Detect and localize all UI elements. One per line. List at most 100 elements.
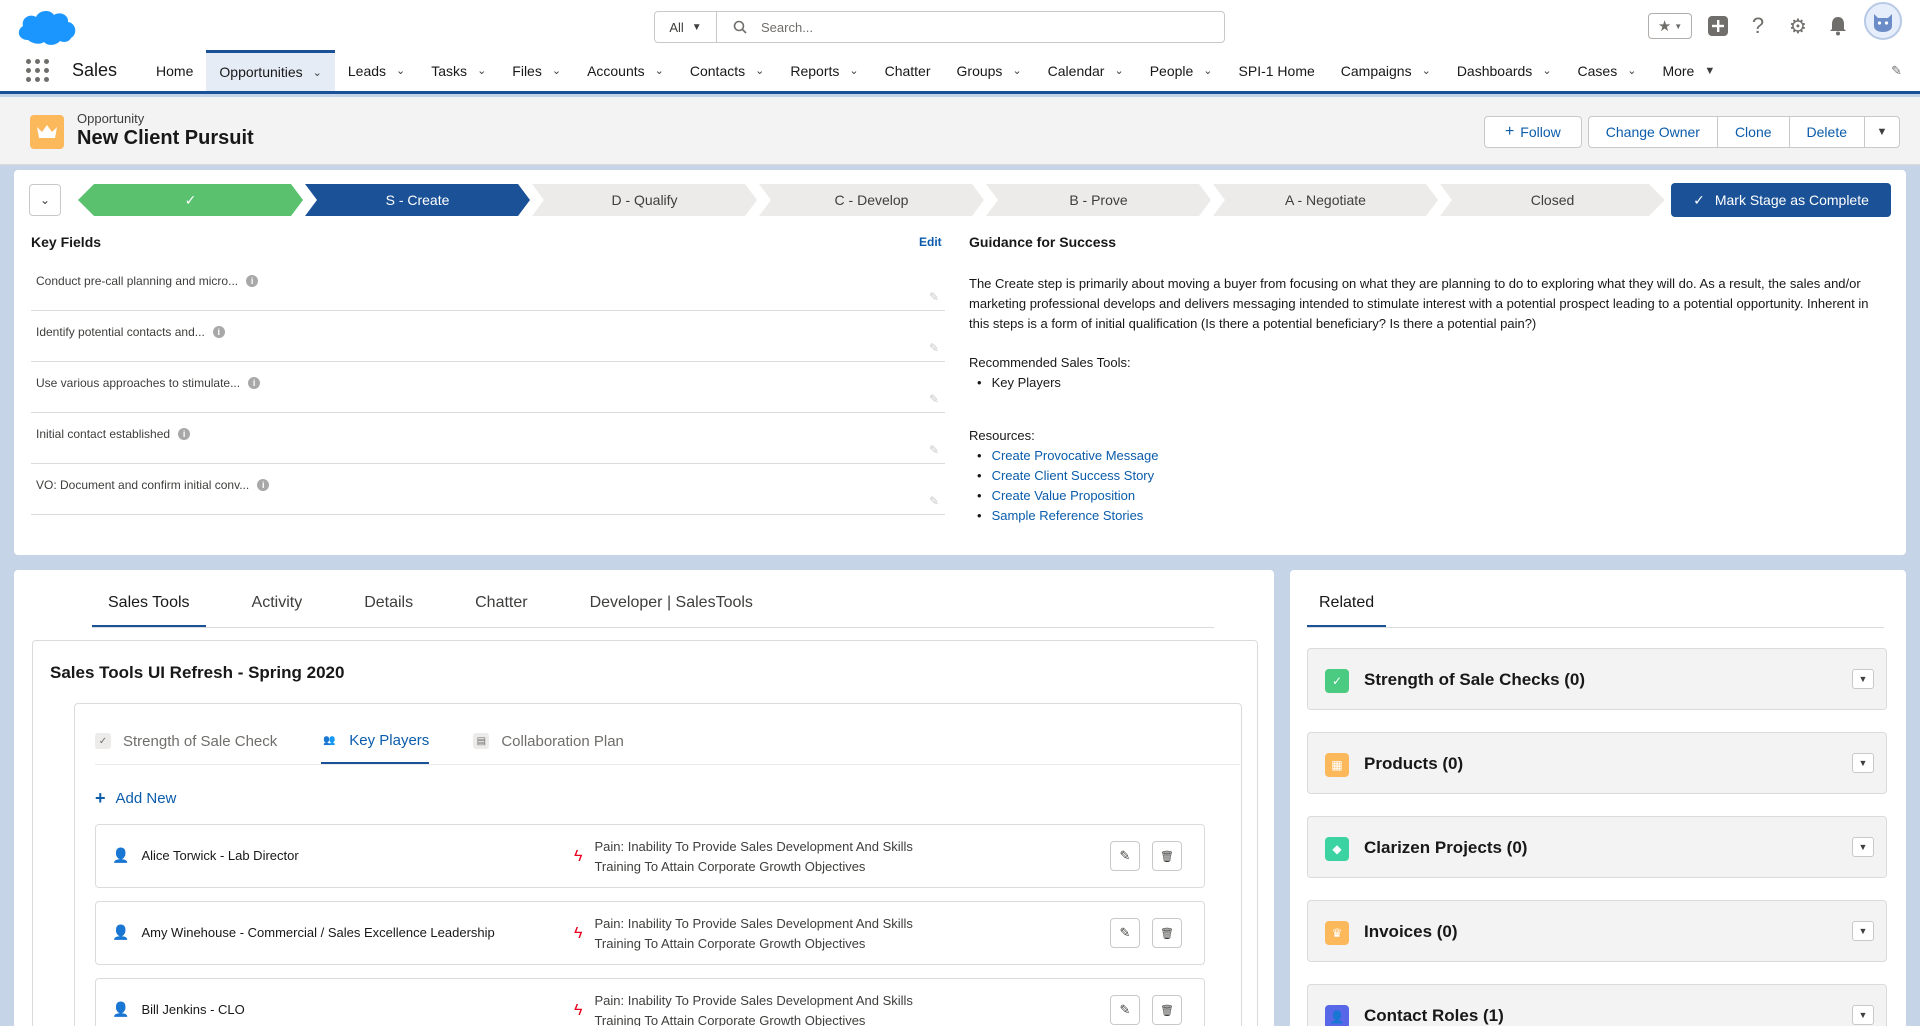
related-list-strength-of-sale-checks[interactable]: ✓ Strength of Sale Checks (0) ▼	[1307, 648, 1887, 710]
add-new-button[interactable]: + Add New	[95, 788, 176, 809]
nav-item-chatter[interactable]: Chatter	[872, 50, 944, 91]
nav-item-cases[interactable]: Cases ⌄	[1565, 50, 1650, 91]
related-list-dropdown[interactable]: ▼	[1852, 837, 1874, 857]
delete-button[interactable]: 🗑	[1152, 841, 1182, 871]
related-list-dropdown[interactable]: ▼	[1852, 921, 1874, 941]
chevron-down-icon[interactable]: ⌄	[1542, 64, 1551, 77]
chevron-down-icon[interactable]: ⌄	[1203, 64, 1212, 77]
setup-button[interactable]: ⚙	[1784, 12, 1812, 40]
edit-button[interactable]: ✎	[1110, 841, 1140, 871]
related-list-dropdown[interactable]: ▼	[1852, 753, 1874, 773]
pencil-icon[interactable]: ✎	[929, 392, 939, 406]
resource-link[interactable]: Create Client Success Story	[992, 468, 1155, 483]
tab-details[interactable]: Details	[348, 594, 429, 628]
edit-nav-pencil-icon[interactable]: ✎	[1891, 63, 1902, 79]
resource-link[interactable]: Sample Reference Stories	[992, 508, 1144, 523]
related-list-contact-roles[interactable]: 👤 Contact Roles (1) ▼	[1307, 984, 1887, 1026]
clone-button[interactable]: Clone	[1716, 116, 1790, 148]
key-fields-edit-link[interactable]: Edit	[919, 235, 942, 249]
subtab-collaboration-plan[interactable]: ▤ Collaboration Plan	[473, 728, 624, 764]
user-avatar[interactable]	[1864, 2, 1902, 40]
info-icon[interactable]: i	[246, 275, 259, 287]
related-list-dropdown[interactable]: ▼	[1852, 669, 1874, 689]
chevron-down-icon[interactable]: ▼	[1704, 65, 1715, 77]
follow-button[interactable]: + Follow	[1483, 116, 1582, 148]
nav-item-groups[interactable]: Groups ⌄	[944, 50, 1035, 91]
notifications-button[interactable]	[1824, 12, 1852, 40]
info-icon[interactable]: i	[248, 377, 261, 389]
nav-item-accounts[interactable]: Accounts ⌄	[574, 50, 677, 91]
pencil-icon[interactable]: ✎	[929, 290, 939, 304]
favorites-button[interactable]: ★ ▼	[1648, 13, 1692, 39]
pencil-icon[interactable]: ✎	[929, 341, 939, 355]
search-input[interactable]: Search...	[717, 20, 1224, 35]
resource-link[interactable]: Create Value Proposition	[992, 488, 1136, 503]
chevron-down-icon[interactable]: ⌄	[396, 64, 405, 77]
resource-link[interactable]: Create Provocative Message	[992, 448, 1159, 463]
search-scope-select[interactable]: All ▼	[655, 12, 717, 42]
help-button[interactable]: ?	[1744, 12, 1772, 40]
path-stage-s-create[interactable]: S - Create	[305, 184, 530, 216]
nav-item-calendar[interactable]: Calendar ⌄	[1035, 50, 1137, 91]
related-list-clarizen-projects[interactable]: ◆ Clarizen Projects (0) ▼	[1307, 816, 1887, 878]
chevron-down-icon[interactable]: ⌄	[655, 64, 664, 77]
key-player-name-text[interactable]: Bill Jenkins - CLO	[141, 1002, 244, 1017]
nav-item-opportunities[interactable]: Opportunities ⌄	[206, 50, 335, 91]
chevron-down-icon[interactable]: ⌄	[849, 64, 858, 77]
chevron-down-icon[interactable]: ⌄	[477, 64, 486, 77]
app-launcher-icon[interactable]	[26, 58, 50, 83]
tab-related[interactable]: Related	[1307, 594, 1387, 628]
nav-item-tasks[interactable]: Tasks ⌄	[418, 50, 499, 91]
chevron-down-icon[interactable]: ⌄	[1114, 64, 1123, 77]
tab-activity[interactable]: Activity	[236, 594, 319, 628]
mark-stage-complete-button[interactable]: ✓ Mark Stage as Complete	[1671, 183, 1891, 217]
nav-item-spi-1-home[interactable]: SPI-1 Home	[1226, 50, 1328, 91]
nav-item-reports[interactable]: Reports ⌄	[777, 50, 871, 91]
info-icon[interactable]: i	[212, 326, 225, 338]
related-list-dropdown[interactable]: ▼	[1852, 1005, 1874, 1025]
path-stage-d-qualify[interactable]: D - Qualify	[532, 184, 757, 216]
delete-button[interactable]: 🗑	[1152, 995, 1182, 1025]
delete-button[interactable]: Delete	[1788, 116, 1865, 148]
edit-button[interactable]: ✎	[1110, 995, 1140, 1025]
path-collapse-toggle[interactable]: ⌄	[29, 184, 61, 216]
path-stage-c-develop[interactable]: C - Develop	[759, 184, 984, 216]
nav-item-campaigns[interactable]: Campaigns ⌄	[1328, 50, 1444, 91]
key-player-name-text[interactable]: Amy Winehouse - Commercial / Sales Excel…	[141, 925, 494, 940]
tab-chatter[interactable]: Chatter	[459, 594, 543, 628]
subtab-strength-of-sale-check[interactable]: ✓ Strength of Sale Check	[95, 728, 277, 764]
nav-item-people[interactable]: People ⌄	[1137, 50, 1226, 91]
global-create-button[interactable]	[1704, 12, 1732, 40]
key-player-name-text[interactable]: Alice Torwick - Lab Director	[141, 848, 298, 863]
chevron-down-icon[interactable]: ⌄	[552, 64, 561, 77]
related-list-products[interactable]: ▦ Products (0) ▼	[1307, 732, 1887, 794]
chevron-down-icon[interactable]: ⌄	[313, 66, 322, 79]
salesforce-cloud-logo[interactable]	[14, 6, 80, 48]
change-owner-button[interactable]: Change Owner	[1587, 116, 1718, 148]
path-stage-b-prove[interactable]: B - Prove	[986, 184, 1211, 216]
nav-item-contacts[interactable]: Contacts ⌄	[677, 50, 777, 91]
pencil-icon[interactable]: ✎	[929, 494, 939, 508]
path-stage-a-negotiate[interactable]: A - Negotiate	[1213, 184, 1438, 216]
related-list-invoices[interactable]: ♛ Invoices (0) ▼	[1307, 900, 1887, 962]
info-icon[interactable]: i	[257, 479, 270, 491]
chevron-down-icon[interactable]: ⌄	[1422, 64, 1431, 77]
chevron-down-icon[interactable]: ⌄	[1012, 64, 1021, 77]
chevron-down-icon[interactable]: ⌄	[1627, 64, 1636, 77]
path-stage-closed[interactable]: Closed	[1440, 184, 1665, 216]
edit-button[interactable]: ✎	[1110, 918, 1140, 948]
info-icon[interactable]: i	[178, 428, 191, 440]
nav-item-leads[interactable]: Leads ⌄	[335, 50, 418, 91]
nav-item-more[interactable]: More ▼	[1649, 50, 1728, 91]
nav-item-files[interactable]: Files ⌄	[499, 50, 574, 91]
path-stage-completed[interactable]: ✓	[78, 184, 303, 216]
delete-button[interactable]: 🗑	[1152, 918, 1182, 948]
nav-item-dashboards[interactable]: Dashboards ⌄	[1444, 50, 1565, 91]
tab-developer-salestools[interactable]: Developer | SalesTools	[574, 594, 769, 628]
tab-sales-tools[interactable]: Sales Tools	[92, 594, 206, 628]
chevron-down-icon[interactable]: ⌄	[755, 64, 764, 77]
pencil-icon[interactable]: ✎	[929, 443, 939, 457]
subtab-key-players[interactable]: 👥 Key Players	[321, 728, 430, 764]
more-actions-button[interactable]: ▼	[1864, 116, 1900, 148]
nav-item-home[interactable]: Home	[143, 50, 206, 91]
